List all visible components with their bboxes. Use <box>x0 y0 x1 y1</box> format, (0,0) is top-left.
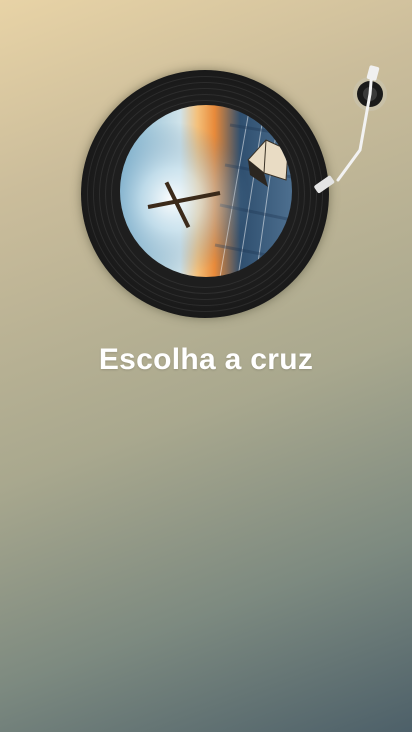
page-title: Escolha a cruz <box>98 343 314 376</box>
tonearm-icon[interactable] <box>300 60 400 210</box>
record-player <box>0 0 412 340</box>
record-label-artwork <box>120 105 292 277</box>
